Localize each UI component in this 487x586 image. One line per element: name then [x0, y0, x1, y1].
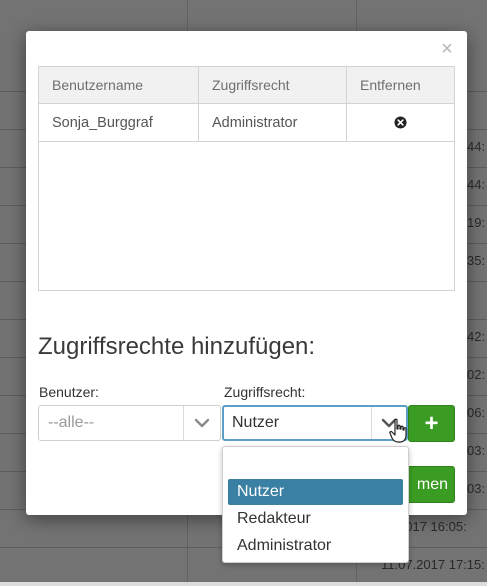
chevron-down-icon[interactable]	[183, 406, 220, 440]
permission-select-value: Nutzer	[232, 414, 280, 431]
add-permission-button[interactable]: +	[408, 405, 455, 442]
close-icon[interactable]: ×	[439, 39, 455, 59]
column-header-remove: Entfernen	[346, 67, 454, 103]
column-header-username: Benutzername	[52, 77, 144, 93]
table-header: Benutzername Zugriffsrecht Entfernen	[39, 67, 454, 104]
cell-permission: Administrator	[198, 104, 346, 141]
permission-label: Zugriffsrecht:	[224, 384, 306, 400]
column-header-permission: Zugriffsrecht	[198, 67, 346, 103]
cell-username: Sonja_Burggraf	[52, 114, 153, 131]
dropdown-option-redakteur[interactable]: Redakteur	[228, 506, 403, 532]
cell-remove	[346, 104, 454, 141]
user-label: Benutzer:	[39, 384, 99, 400]
hand-cursor-icon	[389, 418, 407, 443]
section-title: Zugriffsrechte hinzufügen:	[38, 333, 316, 360]
plus-icon: +	[424, 409, 439, 437]
permissions-table: Benutzername Zugriffsrecht Entfernen Son…	[38, 66, 455, 291]
user-select-value: --alle--	[48, 414, 95, 431]
permission-dropdown-list: Nutzer Redakteur Administrator	[222, 446, 409, 563]
user-select[interactable]: --alle--	[38, 405, 221, 441]
permission-select[interactable]: Nutzer	[222, 405, 408, 441]
remove-icon[interactable]	[394, 116, 407, 129]
dropdown-option-administrator[interactable]: Administrator	[228, 533, 403, 559]
table-row: Sonja_Burggraf Administrator	[39, 104, 454, 142]
dropdown-option-nutzer[interactable]: Nutzer	[228, 479, 403, 505]
